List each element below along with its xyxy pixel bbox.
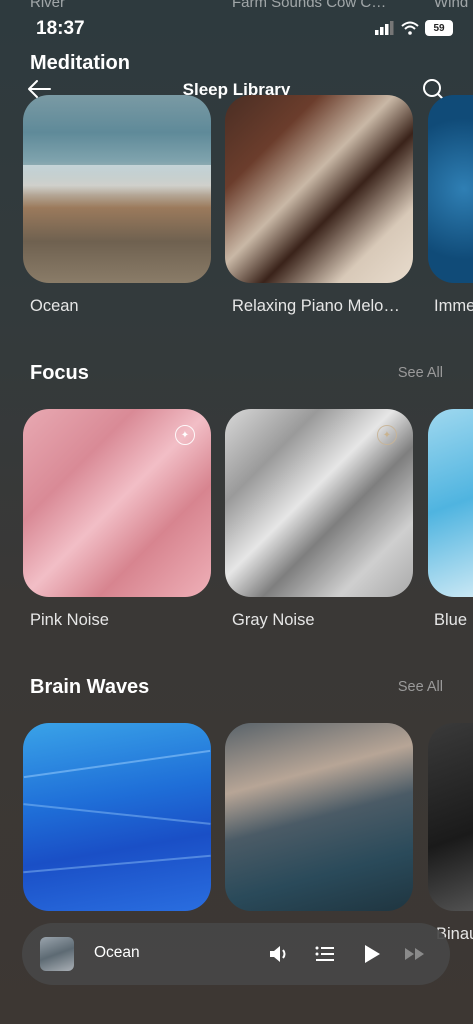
mini-player[interactable]: Ocean [22,923,450,985]
card-label-immersive: Imme [434,297,473,315]
background-hint-farm: Farm Sounds Cow C… [232,0,387,11]
section-title-focus: Focus [30,362,89,384]
page-subtitle: Meditation [30,52,130,74]
background-hint-river: River [30,0,66,11]
wifi-icon [401,21,419,35]
card-blue-noise[interactable] [428,409,473,597]
see-all-focus-button[interactable]: See All [398,365,443,381]
card-label-relaxing-piano: Relaxing Piano Melo… [232,297,400,315]
volume-icon[interactable] [266,941,292,967]
status-icons: 59 [375,20,453,36]
card-pink-noise[interactable]: ✦ [23,409,211,597]
card-label-blue-noise: Blue [434,611,468,629]
card-relaxing-piano[interactable] [225,95,413,283]
card-ocean[interactable] [23,95,211,283]
background-hint-wind: Wind [434,0,469,11]
card-brain-wave-blue[interactable] [23,723,211,911]
status-time: 18:37 [36,18,85,39]
card-label-gray-noise: Gray Noise [232,611,315,629]
signal-icon [375,21,394,35]
card-label-ocean: Ocean [30,297,79,315]
card-gray-noise[interactable]: ✦ [225,409,413,597]
player-track-title: Ocean [94,944,140,961]
see-all-brain-waves-button[interactable]: See All [398,679,443,695]
card-immersive[interactable] [428,95,473,283]
playlist-icon[interactable] [312,941,338,967]
section-title-brain-waves: Brain Waves [30,676,150,698]
card-label-pink-noise: Pink Noise [30,611,109,629]
play-icon[interactable] [358,941,384,967]
card-brain-wave-ocean[interactable] [225,723,413,911]
battery-icon: 59 [425,20,453,36]
player-artwork [40,937,74,971]
card-binaural[interactable] [428,723,473,911]
premium-star-icon: ✦ [175,425,195,445]
premium-star-icon: ✦ [377,425,397,445]
next-icon[interactable] [402,941,428,967]
